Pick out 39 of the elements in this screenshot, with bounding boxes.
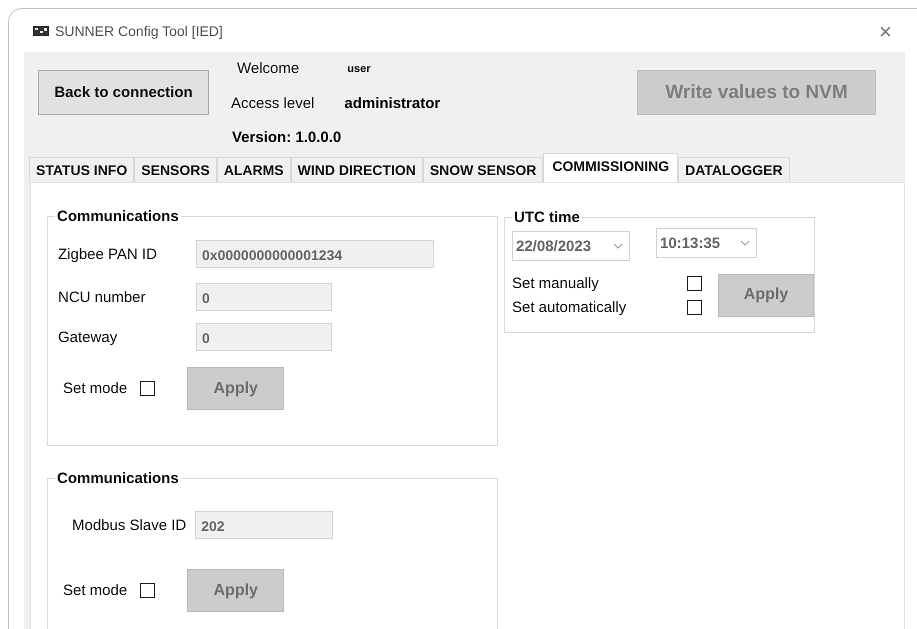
tab[interactable]: STATUS INFO bbox=[29, 157, 134, 182]
date-picker[interactable]: 22/08/2023 bbox=[512, 231, 630, 261]
field-label: Gateway bbox=[58, 328, 118, 346]
back-button[interactable]: Back to connection bbox=[38, 70, 209, 115]
group-title: Communications bbox=[56, 208, 180, 225]
version-label: Version: 1.0.0.0 bbox=[232, 129, 342, 146]
field-label: Zigbee PAN ID bbox=[58, 246, 158, 262]
input-field[interactable]: 202 bbox=[195, 511, 334, 539]
checkbox[interactable] bbox=[140, 381, 156, 396]
option-label: Set manually bbox=[512, 274, 599, 292]
tab[interactable]: WIND DIRECTION bbox=[290, 157, 423, 182]
welcome-label: Welcome bbox=[237, 60, 300, 77]
close-icon[interactable]: × bbox=[879, 19, 892, 45]
set-mode-label: Set mode bbox=[63, 582, 128, 599]
input-field[interactable]: 0x0000000000001234 bbox=[196, 240, 434, 268]
access-level-value: administrator bbox=[344, 95, 440, 112]
tab[interactable]: DATALOGGER bbox=[678, 157, 790, 182]
checkbox[interactable] bbox=[140, 583, 156, 598]
chevron-icon bbox=[613, 243, 623, 249]
tab[interactable]: ALARMS bbox=[216, 157, 291, 182]
tab[interactable]: SNOW SENSOR bbox=[422, 157, 544, 182]
window-title: SUNNER Config Tool [IED] bbox=[55, 22, 223, 38]
checkbox[interactable] bbox=[687, 300, 702, 314]
checkbox[interactable] bbox=[687, 276, 702, 290]
input-field[interactable]: 0 bbox=[196, 283, 332, 311]
chevron-icon bbox=[740, 240, 750, 246]
access-level-label: Access level bbox=[231, 95, 314, 112]
field-label: Modbus Slave ID bbox=[72, 516, 186, 534]
time-picker[interactable]: 10:13:35 bbox=[656, 228, 757, 258]
group-title: Communications bbox=[56, 470, 180, 487]
tab[interactable]: SENSORS bbox=[134, 157, 217, 182]
option-label: Set automatically bbox=[512, 298, 626, 316]
user-name: user bbox=[347, 62, 370, 74]
input-field[interactable]: 0 bbox=[196, 323, 332, 351]
tab[interactable]: COMMISSIONING bbox=[543, 153, 678, 182]
field-label: NCU number bbox=[58, 288, 147, 306]
set-mode-label: Set mode bbox=[63, 380, 128, 397]
group-title: UTC time bbox=[513, 209, 581, 226]
app-icon bbox=[33, 26, 49, 36]
